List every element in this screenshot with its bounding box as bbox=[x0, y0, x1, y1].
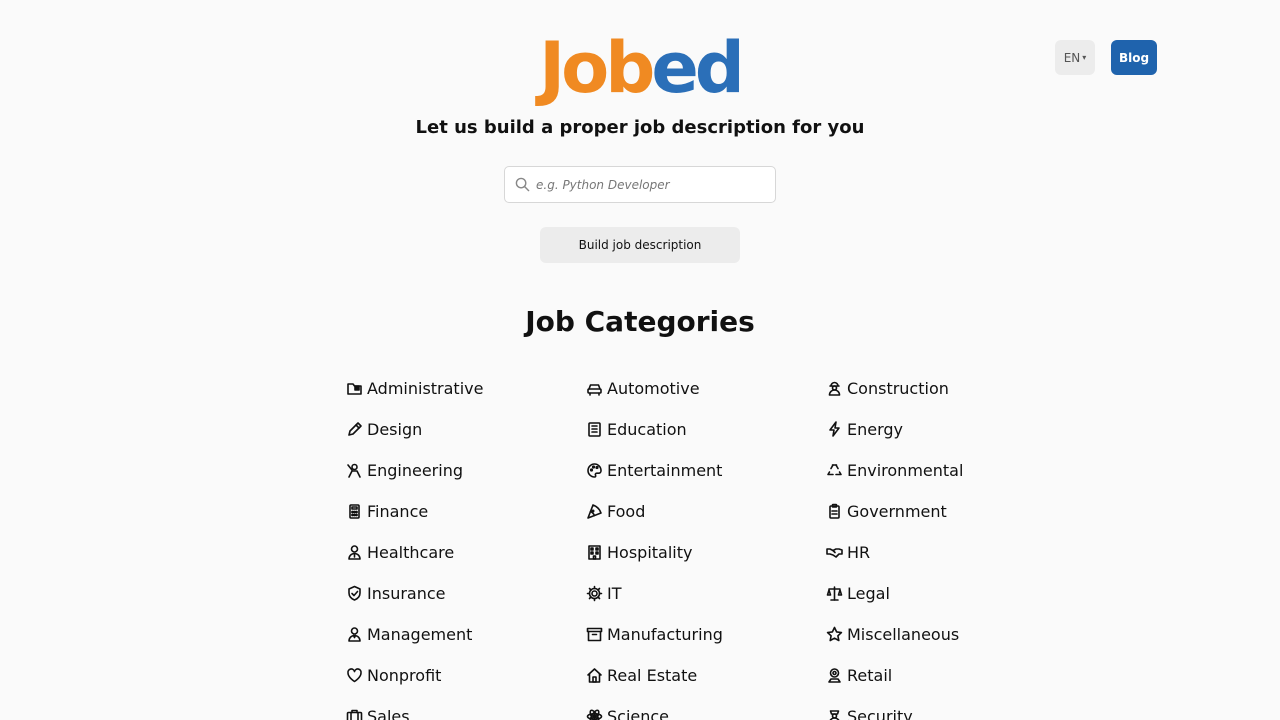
category-label: Sales bbox=[367, 707, 410, 720]
category-finance[interactable]: Finance bbox=[345, 491, 585, 532]
category-hr[interactable]: HR bbox=[825, 532, 1065, 573]
categories-grid: Administrative Automotive Construction Desi… bbox=[345, 368, 1065, 720]
job-categories-heading: Job Categories bbox=[525, 305, 755, 338]
caret-down-icon: ▾ bbox=[1082, 53, 1087, 62]
category-it[interactable]: IT bbox=[585, 573, 825, 614]
category-government[interactable]: Government bbox=[825, 491, 1065, 532]
build-job-description-button[interactable]: Build job description bbox=[540, 227, 740, 263]
category-legal[interactable]: Legal bbox=[825, 573, 1065, 614]
category-label: Manufacturing bbox=[607, 625, 723, 644]
category-science[interactable]: Science bbox=[585, 696, 825, 720]
doctor-icon bbox=[345, 544, 363, 562]
language-selector[interactable]: EN ▾ bbox=[1055, 40, 1095, 75]
archive-box-icon bbox=[585, 626, 603, 644]
pencil-icon bbox=[345, 421, 363, 439]
category-education[interactable]: Education bbox=[585, 409, 825, 450]
category-label: Security bbox=[847, 707, 913, 720]
category-label: Management bbox=[367, 625, 473, 644]
shield-check-icon bbox=[345, 585, 363, 603]
category-nonprofit[interactable]: Nonprofit bbox=[345, 655, 585, 696]
category-label: Hospitality bbox=[607, 543, 693, 562]
logo-part-ed: ed bbox=[651, 27, 745, 109]
category-label: Miscellaneous bbox=[847, 625, 960, 644]
category-sales[interactable]: Sales bbox=[345, 696, 585, 720]
category-label: Design bbox=[367, 420, 423, 439]
palette-icon bbox=[585, 462, 603, 480]
guard-icon bbox=[825, 708, 843, 720]
category-label: Education bbox=[607, 420, 687, 439]
category-label: Government bbox=[847, 502, 947, 521]
category-engineering[interactable]: Engineering bbox=[345, 450, 585, 491]
recycle-icon bbox=[825, 462, 843, 480]
lightning-icon bbox=[825, 421, 843, 439]
category-label: IT bbox=[607, 584, 622, 603]
category-label: Engineering bbox=[367, 461, 463, 480]
category-label: Entertainment bbox=[607, 461, 723, 480]
clipboard-icon bbox=[825, 503, 843, 521]
tagline: Let us build a proper job description fo… bbox=[415, 117, 865, 138]
hotel-icon bbox=[585, 544, 603, 562]
gear-icon bbox=[585, 585, 603, 603]
search-box[interactable] bbox=[504, 166, 776, 203]
category-entertainment[interactable]: Entertainment bbox=[585, 450, 825, 491]
category-label: Energy bbox=[847, 420, 904, 439]
hardhat-worker-icon bbox=[825, 380, 843, 398]
category-label: Retail bbox=[847, 666, 893, 685]
category-environmental[interactable]: Environmental bbox=[825, 450, 1065, 491]
category-insurance[interactable]: Insurance bbox=[345, 573, 585, 614]
pizza-icon bbox=[585, 503, 603, 521]
category-label: Finance bbox=[367, 502, 429, 521]
category-label: Food bbox=[607, 502, 646, 521]
manager-icon bbox=[345, 626, 363, 644]
blog-button[interactable]: Blog bbox=[1111, 40, 1157, 75]
category-label: Legal bbox=[847, 584, 890, 603]
category-manufacturing[interactable]: Manufacturing bbox=[585, 614, 825, 655]
scales-icon bbox=[825, 585, 843, 603]
category-retail[interactable]: Retail bbox=[825, 655, 1065, 696]
category-label: Automotive bbox=[607, 379, 700, 398]
category-label: Administrative bbox=[367, 379, 484, 398]
heart-icon bbox=[345, 667, 363, 685]
atom-icon bbox=[585, 708, 603, 720]
category-design[interactable]: Design bbox=[345, 409, 585, 450]
language-label: EN bbox=[1063, 50, 1081, 65]
category-label: Insurance bbox=[367, 584, 446, 603]
category-label: Nonprofit bbox=[367, 666, 442, 685]
category-energy[interactable]: Energy bbox=[825, 409, 1065, 450]
engineer-icon bbox=[345, 462, 363, 480]
house-icon bbox=[585, 667, 603, 685]
category-security[interactable]: Security bbox=[825, 696, 1065, 720]
category-construction[interactable]: Construction bbox=[825, 368, 1065, 409]
cashier-icon bbox=[825, 667, 843, 685]
briefcase-icon bbox=[345, 708, 363, 720]
car-icon bbox=[585, 380, 603, 398]
book-icon bbox=[585, 421, 603, 439]
handshake-icon bbox=[825, 544, 843, 562]
category-healthcare[interactable]: Healthcare bbox=[345, 532, 585, 573]
folder-icon bbox=[345, 380, 363, 398]
logo-part-job: Job bbox=[539, 27, 655, 109]
category-label: Real Estate bbox=[607, 666, 698, 685]
star-icon bbox=[825, 626, 843, 644]
category-miscellaneous[interactable]: Miscellaneous bbox=[825, 614, 1065, 655]
category-automotive[interactable]: Automotive bbox=[585, 368, 825, 409]
category-label: Healthcare bbox=[367, 543, 455, 562]
category-label: Science bbox=[607, 707, 670, 720]
category-administrative[interactable]: Administrative bbox=[345, 368, 585, 409]
search-icon bbox=[515, 177, 530, 192]
category-label: Environmental bbox=[847, 461, 964, 480]
category-management[interactable]: Management bbox=[345, 614, 585, 655]
category-hospitality[interactable]: Hospitality bbox=[585, 532, 825, 573]
category-label: Construction bbox=[847, 379, 949, 398]
category-food[interactable]: Food bbox=[585, 491, 825, 532]
category-label: HR bbox=[847, 543, 871, 562]
category-real-estate[interactable]: Real Estate bbox=[585, 655, 825, 696]
job-title-input[interactable] bbox=[536, 177, 756, 192]
page: Jobed EN ▾ Blog Let us build a proper jo… bbox=[0, 0, 1280, 720]
calculator-icon bbox=[345, 503, 363, 521]
